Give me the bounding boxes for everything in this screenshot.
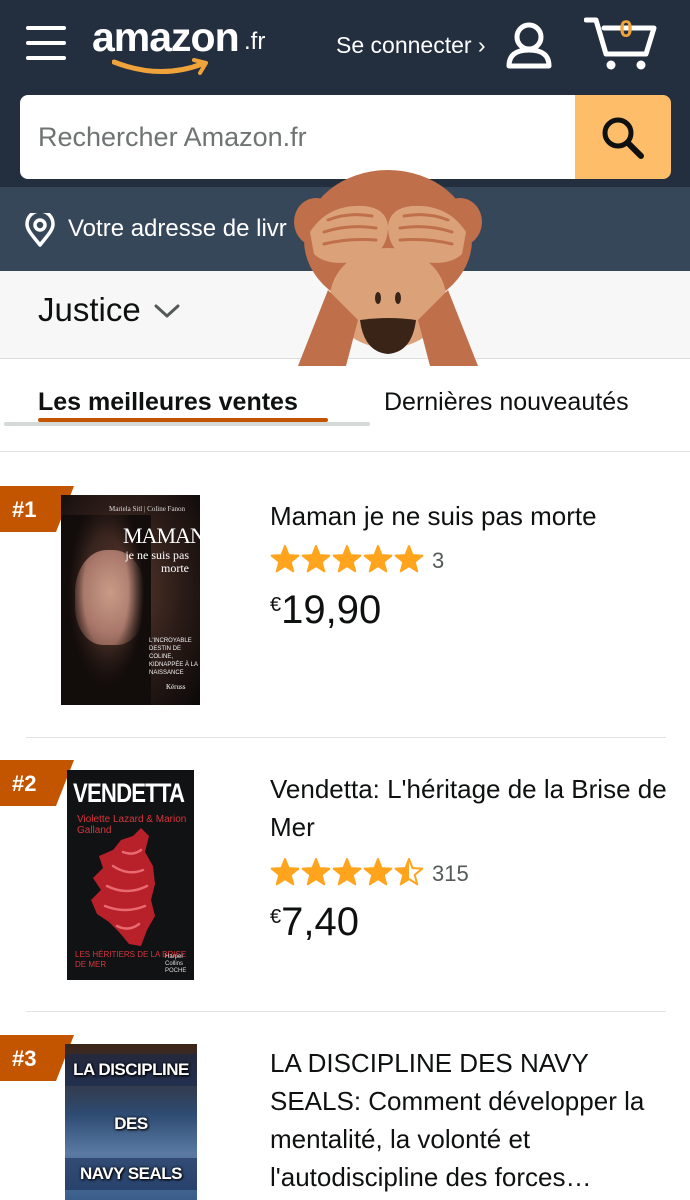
tab-fade-edge (630, 380, 690, 420)
cover-publisher: Harper Collins POCHE (165, 954, 187, 974)
cover-title-line: DES (114, 1114, 148, 1133)
book-cover-image[interactable]: Mariela Sitl | Coline Fanon MAMAN, je ne… (61, 495, 200, 705)
hamburger-menu-icon[interactable] (26, 26, 66, 60)
logo-wordmark: amazon (92, 14, 240, 60)
rank-number: #2 (12, 771, 37, 796)
search-icon (602, 117, 644, 159)
logo-smile-icon (112, 58, 208, 75)
star-fill-icon (271, 546, 299, 572)
star-fill-icon (333, 546, 361, 572)
cover-blurb: L'INCROYABLE DESTIN DE COLINE, KIDNAPPÉE… (149, 638, 198, 676)
star-fill-icon (302, 546, 330, 572)
search-button[interactable] (575, 95, 671, 179)
cover-title-line: NAVY SEALS (79, 1164, 183, 1183)
location-pin-icon (25, 213, 55, 247)
rank-badge: #2 (0, 760, 74, 806)
star-fill-icon (271, 859, 299, 885)
cover-title: VENDETTA (73, 778, 185, 808)
user-icon[interactable] (504, 20, 554, 70)
corsica-map-illustration (91, 828, 155, 946)
cover-title-line: LA DISCIPLINE (73, 1060, 189, 1079)
review-count[interactable]: 3 (432, 548, 444, 574)
product-price: €7,40 (270, 900, 359, 945)
item-divider (26, 1011, 666, 1012)
star-rating (270, 858, 424, 886)
cover-authors: Mariela Sitl | Coline Fanon (109, 505, 186, 513)
cover-publisher: Kéruss (166, 683, 186, 691)
rank-badge: #3 (0, 1035, 74, 1081)
top-nav-bar: amazon .fr Se connecter › 0 (0, 0, 690, 95)
category-label: Justice (38, 291, 141, 328)
see-no-evil-monkey-emoji (294, 170, 482, 366)
product-price: €19,90 (270, 588, 381, 633)
tab-new-releases[interactable]: Dernières nouveautés (384, 388, 629, 417)
search-input[interactable] (20, 95, 577, 179)
price-currency: € (270, 594, 282, 616)
rank-number: #1 (12, 497, 37, 522)
star-fill-icon (395, 546, 423, 572)
tab-best-sellers[interactable]: Les meilleures ventes (38, 388, 298, 417)
tab-bar: Les meilleures ventes Dernières nouveaut… (0, 360, 690, 452)
sign-in-link[interactable]: Se connecter › (336, 32, 486, 59)
star-fill-icon (302, 859, 330, 885)
price-amount: 19,90 (281, 588, 382, 632)
cart-count-badge: 0 (619, 16, 633, 43)
review-count[interactable]: 315 (432, 861, 469, 887)
logo-tld: .fr (244, 28, 266, 55)
delivery-address-label: Votre adresse de livr (68, 215, 287, 242)
cover-title: MAMAN, (123, 523, 200, 548)
product-title[interactable]: Vendetta: L'héritage de la Brise de Mer (270, 770, 670, 846)
cover-subtitle: je ne suis pas morte (125, 548, 189, 575)
tab-scroll-track (4, 422, 370, 426)
active-tab-indicator (38, 418, 328, 422)
book-cover-image[interactable]: LA DISCIPLINE DES NAVY SEALS (65, 1044, 197, 1200)
chevron-down-icon (154, 304, 180, 318)
star-rating (270, 545, 424, 573)
star-fill-icon (364, 859, 392, 885)
rank-number: #3 (12, 1046, 37, 1071)
price-currency: € (270, 906, 282, 928)
product-title[interactable]: Maman je ne suis pas morte (270, 497, 670, 535)
item-divider (26, 737, 666, 738)
price-amount: 7,40 (281, 900, 359, 944)
cart-button[interactable]: 0 (583, 14, 658, 74)
star-fill-icon (364, 546, 392, 572)
book-cover-image[interactable]: VENDETTA Violette Lazard & Marion Gallan… (67, 770, 194, 980)
product-title[interactable]: LA DISCIPLINE DES NAVY SEALS: Comment dé… (270, 1044, 670, 1196)
amazon-logo[interactable]: amazon .fr (92, 14, 282, 76)
star-fill-icon (333, 859, 361, 885)
